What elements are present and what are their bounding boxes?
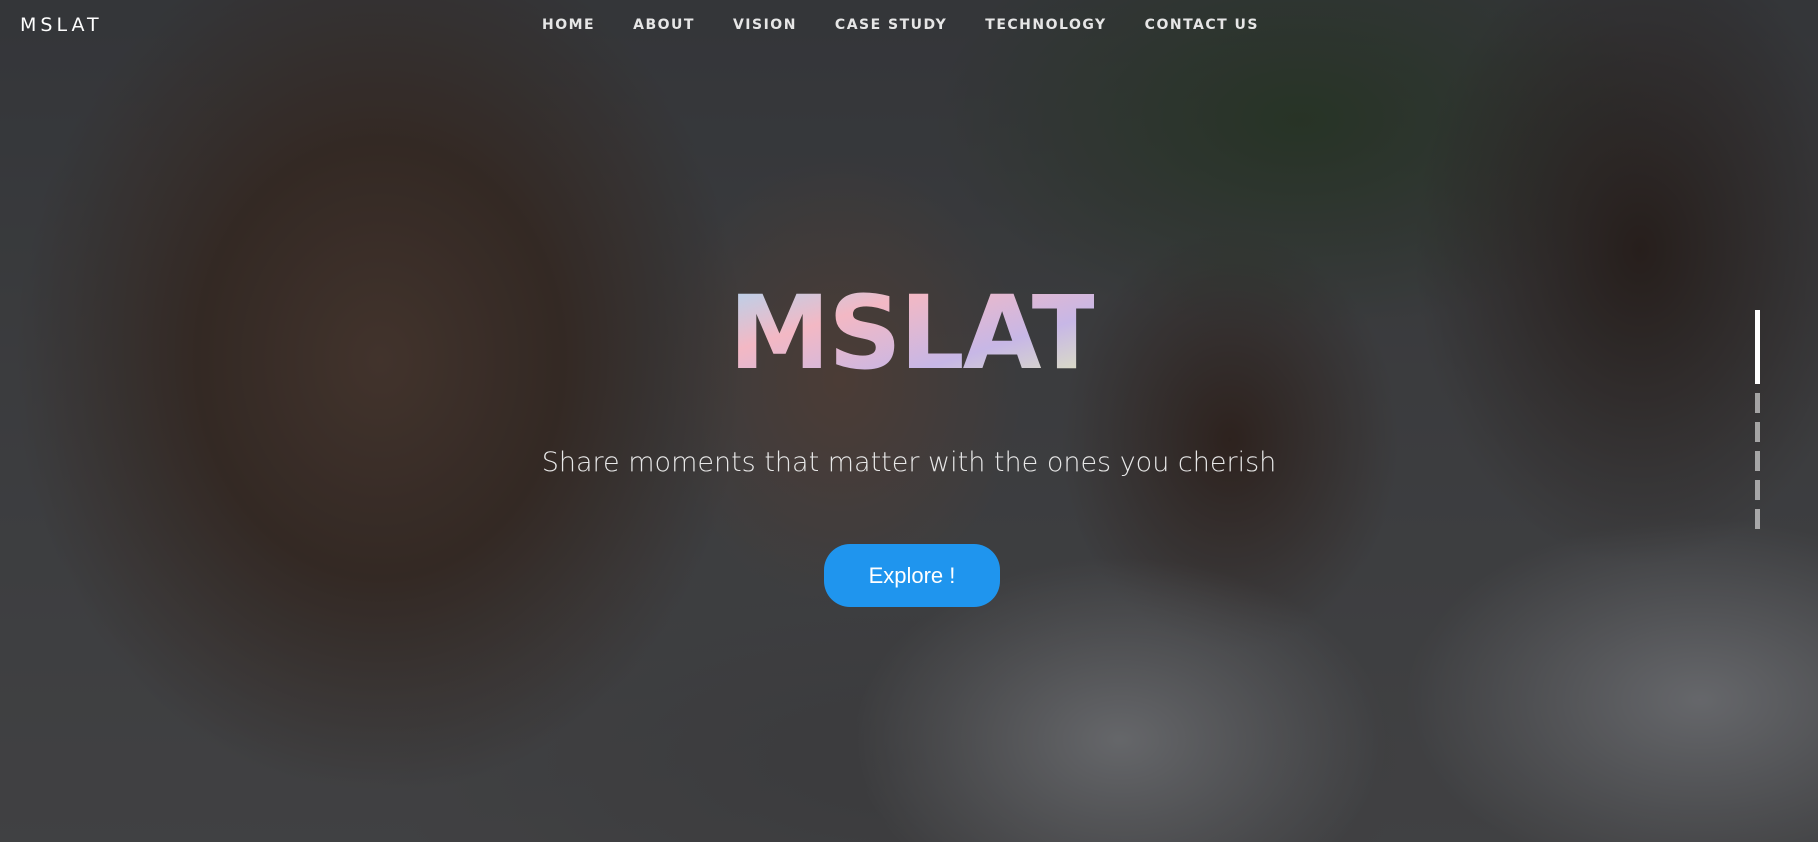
pager-dot[interactable] — [1755, 451, 1760, 471]
hero-logo: MSLAT — [734, 274, 1094, 388]
nav-about[interactable]: ABOUT — [633, 17, 695, 33]
hero-dark-overlay — [0, 0, 1818, 842]
nav-contact-us[interactable]: CONTACT US — [1145, 17, 1259, 33]
site-brand[interactable]: MSLAT — [20, 14, 103, 36]
explore-button[interactable]: Explore ! — [824, 544, 1000, 607]
pager-dot[interactable] — [1755, 509, 1760, 529]
nav-technology[interactable]: TECHNOLOGY — [985, 17, 1106, 33]
pager-dot[interactable] — [1755, 480, 1760, 500]
section-pager — [1755, 310, 1761, 538]
pager-dot[interactable] — [1755, 422, 1760, 442]
nav-home[interactable]: HOME — [542, 17, 595, 33]
hero-logo-text: MSLAT — [734, 274, 1094, 388]
hero-section: MSLAT HOME ABOUT VISION CASE STUDY TECHN… — [0, 0, 1818, 842]
nav-case-study[interactable]: CASE STUDY — [835, 17, 947, 33]
nav-vision[interactable]: VISION — [733, 17, 797, 33]
main-nav: HOME ABOUT VISION CASE STUDY TECHNOLOGY … — [542, 17, 1297, 33]
pager-dot[interactable] — [1755, 393, 1760, 413]
pager-dot[interactable] — [1755, 310, 1760, 384]
hero-tagline: Share moments that matter with the ones … — [541, 447, 1277, 478]
